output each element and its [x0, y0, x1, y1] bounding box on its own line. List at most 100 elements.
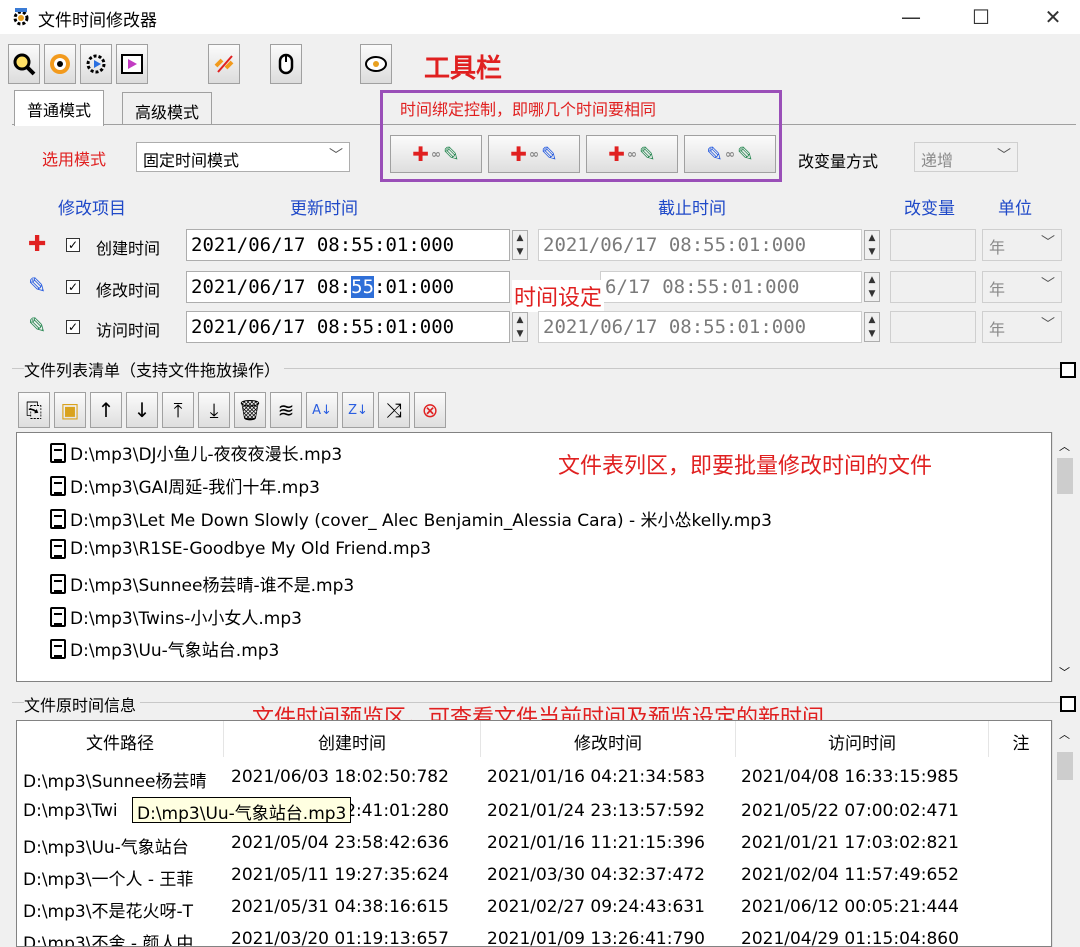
list-item[interactable]: D:\mp3\Uu-气象站台.mp3: [50, 636, 279, 661]
create-amount-input[interactable]: [890, 229, 976, 261]
preview-scrollbar[interactable]: ︿: [1052, 720, 1076, 947]
modify-clock-icon: ✎: [541, 142, 558, 166]
modify-time-input[interactable]: 2021/06/17 08:55:01:000: [186, 271, 510, 303]
access-time-input[interactable]: 2021/06/17 08:55:01:000: [186, 311, 510, 343]
access-amount-input[interactable]: [890, 311, 976, 343]
preview-maximize-button[interactable]: [1060, 696, 1076, 712]
mode-select[interactable]: 固定时间模式 ﹀: [136, 142, 350, 172]
tab-normal-mode[interactable]: 普通模式: [14, 90, 105, 126]
modify-deadline-spinner[interactable]: ▲ ▼: [864, 272, 880, 302]
bind-create-access-button[interactable]: ✚ ∞ ✎: [390, 135, 482, 173]
table-cell-modified: 2021/01/09 13:26:41:790: [487, 929, 705, 947]
shuffle-button[interactable]: ⤨: [378, 392, 410, 428]
column-header-created[interactable]: 创建时间: [224, 729, 480, 754]
file-path: D:\mp3\GAI周延-我们十年.mp3: [70, 478, 320, 498]
copy-button[interactable]: ⎘: [18, 392, 50, 428]
create-plus-icon: ✚: [510, 142, 527, 166]
access-unit-select[interactable]: 年 ﹀: [982, 311, 1062, 343]
column-header-path[interactable]: 文件路径: [17, 729, 223, 754]
move-top-button[interactable]: ⤒: [162, 392, 194, 428]
create-time-label: 创建时间: [96, 239, 161, 258]
bind-create-access2-button[interactable]: ✚ ∞ ✎: [586, 135, 678, 173]
modify-unit-select[interactable]: 年 ﹀: [982, 271, 1062, 303]
change-mode-label: 改变量方式: [798, 152, 879, 171]
play-button[interactable]: [116, 44, 148, 84]
create-deadline-input[interactable]: 2021/06/17 08:55:01:000: [538, 229, 862, 261]
access-deadline-spinner[interactable]: ▲ ▼: [864, 312, 880, 342]
create-time-checkbox[interactable]: ✓: [66, 238, 80, 252]
list-item[interactable]: D:\mp3\R1SE-Goodbye My Old Friend.mp3: [50, 539, 431, 559]
scroll-up-icon[interactable]: ︿: [1059, 726, 1070, 742]
header-amount: 改变量: [904, 199, 955, 219]
access-clock-icon: ✎: [639, 142, 656, 166]
preview-table[interactable]: 文件路径 创建时间 修改时间 访问时间 注 D:\mp3\Sunnee杨芸晴 2…: [16, 720, 1052, 947]
table-cell-modified: 2021/01/24 23:13:57:592: [487, 801, 705, 821]
minimize-button[interactable]: —: [888, 2, 934, 32]
table-cell-path: D:\mp3\一个人 - 王菲: [23, 870, 194, 890]
create-plus-icon: ✚: [412, 142, 429, 166]
table-cell-path: D:\mp3\Sunnee杨芸晴: [23, 772, 207, 792]
scroll-up-icon[interactable]: ︿: [1059, 438, 1070, 454]
move-up-icon: ↑: [97, 398, 115, 422]
access-time-spinner[interactable]: ▲ ▼: [512, 312, 528, 342]
list-item[interactable]: D:\mp3\DJ小鱼儿-夜夜夜漫长.mp3: [50, 440, 342, 465]
maximize-button[interactable]: ☐: [958, 2, 1004, 32]
modify-clock-icon: ✎: [706, 142, 723, 166]
create-unit-value: 年: [989, 238, 1006, 257]
mouse-button[interactable]: [270, 44, 302, 84]
access-clock-icon: ✎: [737, 142, 754, 166]
scroll-thumb[interactable]: [1057, 458, 1073, 494]
header-unit: 单位: [998, 199, 1032, 219]
scroll-down-icon[interactable]: ﹀: [1059, 664, 1070, 680]
table-cell-accessed: 2021/02/04 11:57:49:652: [741, 865, 959, 885]
table-cell-path: D:\mp3\Uu-气象站台: [23, 838, 189, 858]
list-item[interactable]: D:\mp3\Twins-小小女人.mp3: [50, 604, 302, 629]
sort-za-icon: Z↓: [348, 402, 368, 418]
preview-button[interactable]: [360, 44, 392, 84]
move-up-button[interactable]: ↑: [90, 392, 122, 428]
sort-az-button[interactable]: A↓: [306, 392, 338, 428]
header-deadline: 截止时间: [658, 199, 726, 219]
file-list-scrollbar[interactable]: ︿ ﹀: [1052, 432, 1076, 682]
paste-button[interactable]: ▣: [54, 392, 86, 428]
list-item[interactable]: D:\mp3\Let Me Down Slowly (cover_ Alec B…: [50, 506, 772, 531]
view-button[interactable]: [44, 44, 76, 84]
create-time-spinner[interactable]: ▲ ▼: [512, 230, 528, 260]
file-path: D:\mp3\R1SE-Goodbye My Old Friend.mp3: [70, 539, 432, 559]
file-icon: [50, 573, 66, 594]
remove-button[interactable]: ⊗: [414, 392, 446, 428]
modify-amount-input[interactable]: [890, 271, 976, 303]
column-header-accessed[interactable]: 访问时间: [736, 729, 988, 754]
create-deadline-spinner[interactable]: ▲ ▼: [864, 230, 880, 260]
modify-deadline-input[interactable]: 6/17 08:55:01:000: [600, 271, 862, 303]
create-time-input[interactable]: 2021/06/17 08:55:01:000: [186, 229, 510, 261]
unlink-button[interactable]: [208, 44, 240, 84]
list-item[interactable]: D:\mp3\GAI周延-我们十年.mp3: [50, 473, 320, 498]
column-header-note[interactable]: 注: [989, 729, 1051, 754]
tab-advanced-mode[interactable]: 高级模式: [122, 92, 213, 124]
move-down-button[interactable]: ↓: [126, 392, 158, 428]
search-button[interactable]: [8, 44, 40, 84]
paste-icon: ▣: [60, 398, 80, 422]
close-button[interactable]: ✕: [1030, 2, 1076, 32]
sort-za-button[interactable]: Z↓: [342, 392, 374, 428]
mode-select-value: 固定时间模式: [143, 151, 240, 170]
create-unit-select[interactable]: 年 ﹀: [982, 229, 1062, 261]
move-bottom-button[interactable]: ⤓: [198, 392, 230, 428]
settings-button[interactable]: [80, 44, 112, 84]
time-binding-caption: 时间绑定控制，即哪几个时间要相同: [400, 100, 657, 119]
access-time-checkbox[interactable]: ✓: [66, 320, 80, 334]
sort-button[interactable]: ≋: [270, 392, 302, 428]
modify-time-prefix: 2021/06/17 08:: [191, 276, 352, 298]
scroll-thumb[interactable]: [1057, 752, 1073, 780]
column-header-modified[interactable]: 修改时间: [481, 729, 735, 754]
delete-button[interactable]: 🗑: [234, 392, 266, 428]
change-mode-select[interactable]: 递增 ﹀: [914, 142, 1018, 172]
list-item[interactable]: D:\mp3\Sunnee杨芸晴-谁不是.mp3: [50, 571, 354, 596]
table-cell-accessed: 2021/04/29 01:15:04:860: [741, 929, 959, 947]
file-list-maximize-button[interactable]: [1060, 362, 1076, 378]
bind-create-modify-button[interactable]: ✚ ∞ ✎: [488, 135, 580, 173]
modify-time-checkbox[interactable]: ✓: [66, 280, 80, 294]
access-deadline-input[interactable]: 2021/06/17 08:55:01:000: [538, 311, 862, 343]
bind-modify-access-button[interactable]: ✎ ∞ ✎: [684, 135, 776, 173]
